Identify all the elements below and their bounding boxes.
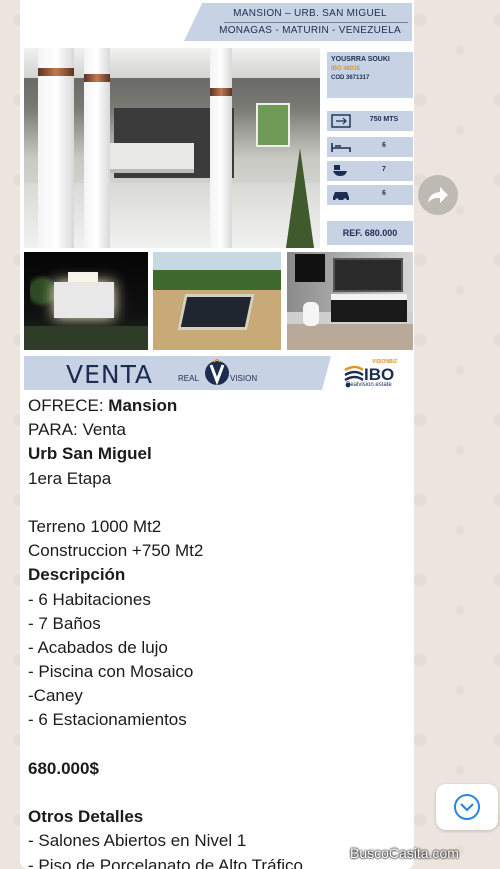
construction-text: Construccion +750 Mt2 bbox=[28, 541, 204, 561]
for-value: Venta bbox=[82, 420, 127, 440]
feature-item: - Piscina con Mosaico bbox=[28, 662, 194, 682]
feature-item: - 6 Estacionamientos bbox=[28, 710, 187, 730]
feature-item: - 7 Baños bbox=[28, 613, 101, 633]
scroll-to-bottom-button[interactable] bbox=[436, 784, 498, 830]
feature-item: - 6 Habitaciones bbox=[28, 589, 151, 609]
address-banner: MANSION – URB. SAN MIGUEL MONAGAS - MATU… bbox=[184, 3, 412, 41]
bed-icon bbox=[331, 143, 351, 152]
ibo-website: Realvision.estate bbox=[346, 382, 392, 388]
location-text: Urb San Miguel bbox=[28, 444, 152, 464]
stat-bedrooms-value: 6 bbox=[382, 142, 386, 149]
brand-vision: VISION bbox=[230, 374, 258, 383]
photo-column bbox=[210, 48, 232, 248]
stage-text: 1era Etapa bbox=[28, 468, 112, 488]
photo-christmas-tree bbox=[286, 148, 314, 248]
realvision-logo-icon bbox=[205, 359, 229, 386]
flyer-header: MANSION – URB. SAN MIGUEL MONAGAS - MATU… bbox=[22, 0, 412, 44]
toilet-icon bbox=[333, 165, 347, 176]
photo-column bbox=[84, 48, 110, 248]
stat-area: 750 MTS bbox=[327, 111, 413, 131]
car-icon bbox=[333, 192, 349, 202]
main-interior-photo bbox=[24, 48, 320, 248]
for-label: PARA: bbox=[28, 420, 78, 440]
property-flyer-image[interactable]: MANSION – URB. SAN MIGUEL MONAGAS - MATU… bbox=[22, 0, 413, 392]
forward-arrow-icon bbox=[428, 187, 448, 203]
site-watermark: BuscoCasita.com bbox=[350, 845, 459, 861]
stat-parking: 6 bbox=[327, 185, 413, 205]
stat-bedrooms: 6 bbox=[327, 137, 413, 157]
agent-card: YOUSRRA SOUKI IBO 48935 COD 3671317 bbox=[327, 52, 413, 98]
sale-banner: VENTA REAL VISION VISIONBIZ IBO Realvisi… bbox=[24, 356, 412, 390]
price-text: 680.000$ bbox=[28, 758, 99, 778]
land-text: Terreno 1000 Mt2 bbox=[28, 516, 162, 536]
stat-bathrooms: 7 bbox=[327, 161, 413, 181]
stat-bathrooms-value: 7 bbox=[382, 166, 386, 173]
address-line-2: MONAGAS - MATURIN - VENEZUELA bbox=[219, 25, 401, 36]
message-bubble[interactable]: MANSION – URB. SAN MIGUEL MONAGAS - MATU… bbox=[20, 0, 414, 869]
feature-item: -Caney bbox=[28, 686, 83, 706]
offer-value: Mansion bbox=[108, 396, 178, 415]
photo-window bbox=[256, 103, 290, 147]
address-line-1: MANSION – URB. SAN MIGUEL bbox=[233, 8, 387, 19]
chevron-down-icon bbox=[454, 794, 480, 820]
pool-photo bbox=[153, 252, 281, 350]
stat-area-value: 750 MTS bbox=[369, 116, 399, 123]
price-reference: REF. 680.000 bbox=[327, 221, 413, 245]
agent-ibo: IBO 48935 bbox=[331, 66, 361, 72]
brand-real: REAL bbox=[178, 374, 199, 383]
sale-label: VENTA bbox=[66, 360, 154, 389]
photo-island bbox=[104, 143, 194, 173]
agent-name: YOUSRRA SOUKI bbox=[331, 56, 390, 63]
message-text: OFRECE: Mansion PARA: Venta Urb San Migu… bbox=[28, 394, 408, 869]
photo-column bbox=[38, 48, 74, 248]
feature-item: - Acabados de lujo bbox=[28, 637, 168, 657]
description-title: Descripción bbox=[28, 565, 126, 585]
offer-line: OFRECE: Mansion bbox=[28, 394, 408, 418]
exterior-night-photo bbox=[24, 252, 148, 350]
stat-parking-value: 6 bbox=[382, 190, 386, 197]
address-divider bbox=[224, 22, 408, 23]
forward-button[interactable] bbox=[418, 175, 458, 215]
for-line: PARA: Venta bbox=[28, 418, 408, 442]
bathroom-photo bbox=[287, 252, 413, 350]
property-code: COD 3671317 bbox=[331, 75, 370, 81]
other-details-title: Otros Detalles bbox=[28, 807, 144, 827]
offer-label: OFRECE: bbox=[28, 396, 104, 415]
area-icon bbox=[331, 114, 351, 128]
